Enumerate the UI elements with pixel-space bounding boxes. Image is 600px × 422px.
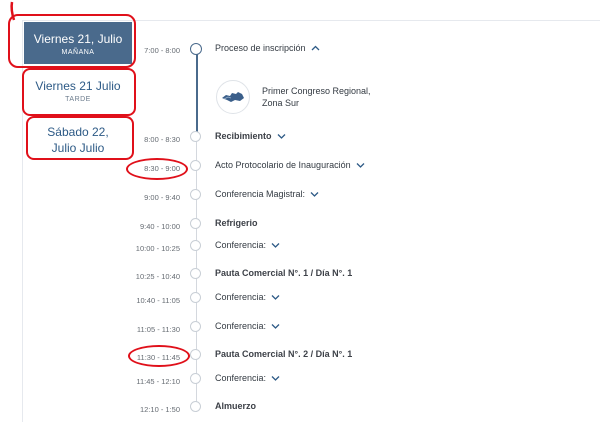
session-label: Acto Protocolario de Inauguración	[215, 160, 351, 170]
session-item-conferencia[interactable]: Conferencia:	[215, 373, 280, 383]
day-tab-subtitle: MAÑANA	[61, 49, 95, 56]
session-item-inscripcion[interactable]: Proceso de inscripción	[215, 43, 320, 53]
chevron-down-icon[interactable]	[271, 294, 280, 300]
timeline-node	[190, 43, 202, 55]
top-divider	[22, 20, 600, 21]
session-label: Refrigerio	[215, 218, 258, 228]
session-item-inauguracion[interactable]: Acto Protocolario de Inauguración	[215, 160, 365, 170]
session-time: 9:00 - 9:40	[144, 193, 180, 202]
session-time: 11:30 - 11:45	[136, 353, 180, 362]
chevron-down-icon[interactable]	[277, 133, 286, 139]
timeline-node	[190, 131, 201, 142]
chevron-down-icon[interactable]	[271, 375, 280, 381]
session-time: 10:00 - 10:25	[135, 244, 180, 253]
session-item-pauta-comercial-1: Pauta Comercial N°. 1 / Día N°. 1	[215, 268, 352, 278]
session-time: 10:40 - 11:05	[136, 296, 180, 305]
session-time: 7:00 - 8:00	[144, 46, 180, 55]
session-label: Proceso de inscripción	[215, 43, 306, 53]
session-time: 10:25 - 10:40	[135, 272, 180, 281]
session-label: Pauta Comercial N°. 1 / Día N°. 1	[215, 268, 353, 278]
session-item-conferencia-magistral[interactable]: Conferencia Magistral:	[215, 189, 319, 199]
session-item-pauta-comercial-2: Pauta Comercial N°. 2 / Día N°. 1	[215, 349, 352, 359]
session-item-conferencia[interactable]: Conferencia:	[215, 321, 280, 331]
chevron-down-icon[interactable]	[310, 191, 319, 197]
session-label: Conferencia:	[215, 292, 267, 302]
timeline-node	[190, 373, 201, 384]
timeline-node	[190, 268, 201, 279]
chevron-up-icon[interactable]	[311, 45, 320, 51]
timeline-node	[190, 321, 201, 332]
session-label: Conferencia:	[215, 240, 267, 250]
session-item-recibimiento[interactable]: Recibimiento	[215, 131, 286, 141]
day-tab-title: Sábado 22, Julio Julio	[47, 125, 109, 155]
timeline-node	[190, 292, 201, 303]
timeline-node	[190, 240, 201, 251]
timeline-axis-active	[196, 54, 198, 134]
left-divider	[22, 20, 23, 422]
event-card: Primer Congreso Regional, Zona Sur	[216, 80, 371, 114]
session-label: Conferencia:	[215, 373, 267, 383]
day-tab-title: Viernes 21 Julio	[35, 79, 121, 93]
session-item-almuerzo: Almuerzo	[215, 401, 256, 411]
day-tab-viernes-manana[interactable]: Viernes 21, Julio MAÑANA	[24, 22, 132, 64]
session-label: Conferencia Magistral:	[215, 189, 306, 199]
event-logo	[216, 80, 250, 114]
session-time: 9:40 - 10:00	[139, 222, 180, 231]
day-tab-viernes-tarde[interactable]: Viernes 21 Julio TARDE	[24, 74, 132, 114]
session-label: Conferencia:	[215, 321, 267, 331]
timeline-node	[190, 218, 201, 229]
timeline-node	[190, 401, 201, 412]
session-time: 12:10 - 1:50	[139, 405, 180, 414]
session-label: Recibimiento	[215, 131, 272, 141]
chevron-down-icon[interactable]	[356, 162, 365, 168]
session-time: 11:05 - 11:30	[136, 325, 180, 334]
session-item-conferencia[interactable]: Conferencia:	[215, 292, 280, 302]
timeline-node	[190, 189, 201, 200]
day-tab-subtitle: TARDE	[65, 96, 91, 103]
session-item-refrigerio: Refrigerio	[215, 218, 258, 228]
timeline-node	[190, 349, 201, 360]
chevron-down-icon[interactable]	[271, 242, 280, 248]
session-label: Pauta Comercial N°. 2 / Día N°. 1	[215, 349, 353, 359]
day-tab-title: Viernes 21, Julio	[33, 32, 123, 46]
chevron-down-icon[interactable]	[271, 323, 280, 329]
session-time: 8:30 - 9:00	[144, 164, 180, 173]
event-name: Primer Congreso Regional, Zona Sur	[262, 86, 371, 108]
day-tab-sabado[interactable]: Sábado 22, Julio Julio	[24, 122, 132, 162]
timeline-node	[190, 160, 201, 171]
annotation-stroke	[10, 1, 16, 21]
session-item-conferencia[interactable]: Conferencia:	[215, 240, 280, 250]
session-label: Almuerzo	[215, 401, 257, 411]
session-time: 11:45 - 12:10	[136, 377, 180, 386]
session-time: 8:00 - 8:30	[144, 135, 180, 144]
